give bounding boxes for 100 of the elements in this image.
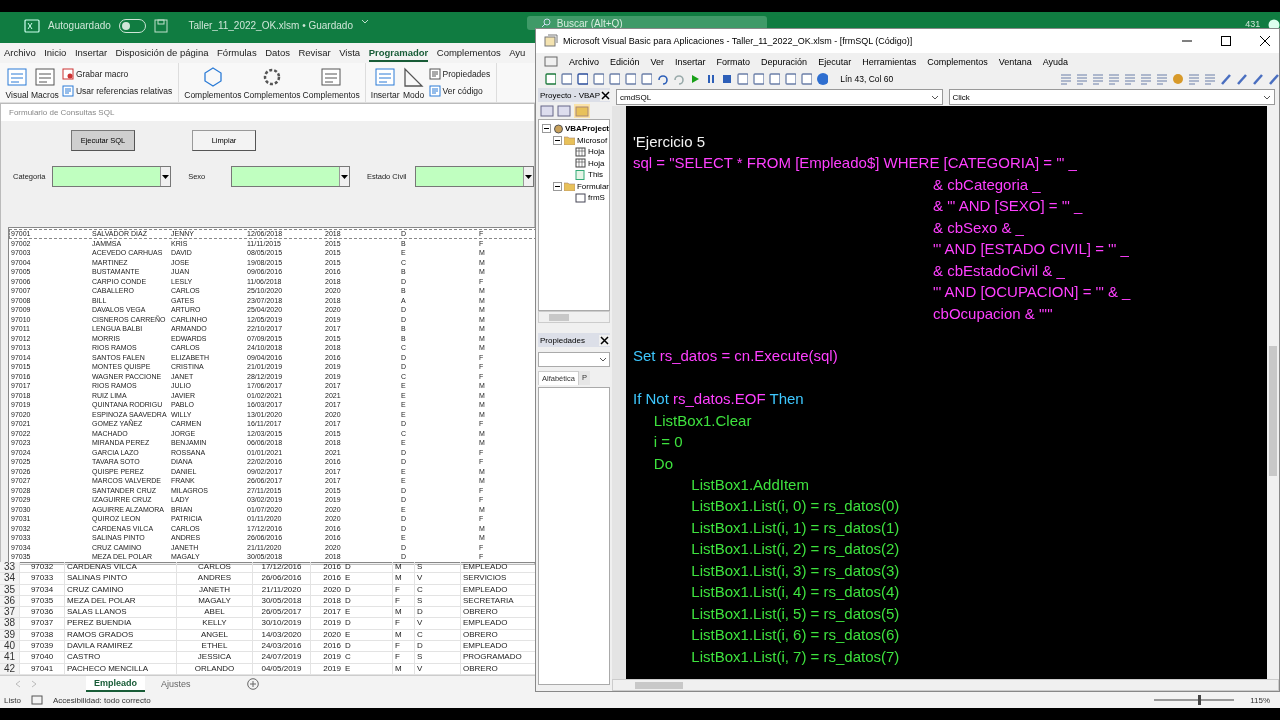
stop-icon[interactable] bbox=[720, 72, 733, 86]
table-cell: M bbox=[393, 607, 415, 618]
slider-thumb[interactable] bbox=[1198, 695, 1202, 705]
table-cell: C bbox=[415, 629, 461, 641]
table-cell-text: 2016 bbox=[322, 641, 342, 652]
table-cell: 04/05/2019 bbox=[253, 663, 311, 674]
tree-item[interactable]: frmS bbox=[588, 193, 605, 203]
horizontal-scrollbar[interactable] bbox=[612, 679, 1279, 691]
menu-item[interactable]: Insertar bbox=[675, 56, 706, 67]
menu-item[interactable]: Ventana bbox=[998, 56, 1032, 67]
expand-toggle[interactable] bbox=[553, 135, 562, 145]
combo-box[interactable] bbox=[415, 166, 534, 187]
add-sheet-icon[interactable] bbox=[246, 678, 259, 690]
ribbon-button[interactable]: Usar referencias relativas bbox=[59, 84, 175, 98]
table-cell: D bbox=[343, 641, 393, 652]
menu-tab[interactable]: Ayu bbox=[509, 44, 526, 62]
view-code-icon[interactable] bbox=[540, 104, 554, 117]
undo-icon[interactable] bbox=[656, 72, 669, 86]
ribbon-button[interactable]: Insertar bbox=[369, 66, 401, 102]
ribbon-button[interactable]: Propiedades bbox=[426, 67, 493, 81]
menu-item[interactable]: Ejecutar bbox=[818, 56, 852, 67]
list-icon[interactable] bbox=[1074, 72, 1087, 86]
menu-tab[interactable]: Disposición de página bbox=[115, 44, 209, 62]
expand-toggle[interactable] bbox=[553, 181, 562, 191]
menu-item[interactable]: Depuración bbox=[761, 56, 808, 67]
list-box[interactable] bbox=[8, 227, 535, 563]
table-cell: 97037 bbox=[20, 618, 65, 629]
menu-item[interactable]: Formato bbox=[716, 56, 751, 67]
table-cell-text: EMPLEADO bbox=[462, 618, 509, 629]
table-cell: 24/03/2016 bbox=[253, 641, 311, 652]
menu-tab[interactable]: Datos bbox=[265, 44, 290, 62]
workbook-icon bbox=[575, 169, 586, 180]
accessibility-status[interactable]: Accesibilidad: todo correcto bbox=[52, 695, 151, 705]
table-cell: 26/06/2016 bbox=[253, 573, 311, 584]
code-line: i = 0 bbox=[652, 432, 684, 453]
menu-tab[interactable]: Complementos bbox=[436, 44, 501, 62]
code-line: ListBox1.List(i, 6) = rs_datos(6) bbox=[690, 625, 901, 646]
menu-tab[interactable]: Programador bbox=[368, 44, 429, 62]
prev-icon[interactable] bbox=[14, 680, 22, 688]
menu-tab[interactable]: Revisar bbox=[298, 44, 331, 62]
menu-item[interactable]: Ayuda bbox=[1042, 56, 1069, 67]
ribbon-button[interactable]: Visual bbox=[4, 66, 30, 102]
command-icon bbox=[428, 68, 441, 80]
menu-tab[interactable]: Inicio bbox=[44, 44, 67, 62]
ribbon-button[interactable]: Complementos bbox=[183, 66, 243, 102]
menu-tab[interactable]: Vista bbox=[339, 44, 361, 62]
tree-item[interactable]: This bbox=[588, 170, 604, 180]
menu-item[interactable]: Edición bbox=[610, 56, 640, 67]
tree-item[interactable]: VBAProject bbox=[565, 124, 609, 134]
menu-item[interactable]: Ver bbox=[650, 56, 665, 67]
table-cell: 14/03/2020 bbox=[253, 629, 311, 641]
ribbon-button[interactable]: Ver código bbox=[426, 84, 493, 98]
tree-item[interactable]: Hoja bbox=[588, 158, 605, 168]
ribbon-button[interactable]: Grabar macro bbox=[59, 67, 175, 81]
maximize-icon[interactable] bbox=[1220, 35, 1232, 47]
next-icon[interactable] bbox=[30, 680, 38, 688]
menu-tab[interactable]: Archivo bbox=[4, 44, 36, 62]
object-combo[interactable]: cmdSQL bbox=[616, 89, 943, 105]
code-line: & cbSexo & _ bbox=[932, 217, 1025, 238]
search-icon bbox=[540, 18, 551, 28]
horizontal-scrollbar[interactable] bbox=[538, 311, 610, 323]
tree-item[interactable]: Microsof bbox=[577, 135, 608, 145]
ribbon-button[interactable]: Complementos bbox=[242, 66, 302, 102]
tree-item[interactable]: Formular bbox=[577, 181, 609, 191]
caret-icon[interactable] bbox=[360, 19, 369, 25]
menu-tab[interactable]: Fórmulas bbox=[217, 44, 257, 62]
tree-item[interactable]: Hoja bbox=[588, 147, 605, 157]
sheet-tab[interactable]: Ajustes bbox=[153, 677, 199, 691]
folder-icon[interactable] bbox=[574, 103, 590, 118]
list-icon[interactable] bbox=[1058, 72, 1071, 86]
table-cell: D bbox=[343, 618, 393, 629]
zoom-level: 115% bbox=[1250, 695, 1270, 705]
menu-icon[interactable] bbox=[544, 55, 558, 68]
save-icon[interactable] bbox=[576, 72, 589, 86]
menu-item[interactable]: Herramientas bbox=[862, 56, 917, 67]
expand-toggle[interactable] bbox=[542, 124, 551, 134]
macro-icon[interactable] bbox=[30, 695, 43, 705]
excel-icon[interactable] bbox=[544, 72, 556, 86]
close-icon[interactable] bbox=[600, 89, 610, 101]
combo-box[interactable] bbox=[52, 166, 172, 187]
lines-icon[interactable] bbox=[1186, 72, 1199, 86]
menu-item[interactable]: Complementos bbox=[927, 56, 988, 67]
menu-tab[interactable]: Insertar bbox=[74, 44, 108, 62]
lines-icon[interactable] bbox=[1202, 72, 1215, 86]
autosave-toggle[interactable] bbox=[118, 19, 147, 33]
close-icon[interactable] bbox=[599, 334, 610, 346]
ribbon-button[interactable]: Modo bbox=[400, 66, 427, 102]
procedure-combo[interactable]: Click bbox=[948, 89, 1275, 105]
ribbon-button[interactable]: Complementos bbox=[301, 66, 361, 102]
table-cell-text: EMPLEADO bbox=[462, 584, 509, 595]
code-editor[interactable] bbox=[626, 106, 1267, 679]
combo-box[interactable] bbox=[230, 166, 350, 187]
sheet-tab[interactable]: Empleado bbox=[86, 676, 145, 692]
table-cell: 97033 bbox=[20, 573, 65, 584]
view-object-icon[interactable] bbox=[557, 104, 571, 117]
object-dropdown[interactable] bbox=[538, 352, 610, 367]
close-icon[interactable] bbox=[1259, 35, 1271, 47]
table-cell-text: 2020 bbox=[322, 584, 342, 595]
menu-item[interactable]: Archivo bbox=[569, 56, 599, 67]
ribbon-button[interactable]: Macros bbox=[30, 66, 60, 102]
